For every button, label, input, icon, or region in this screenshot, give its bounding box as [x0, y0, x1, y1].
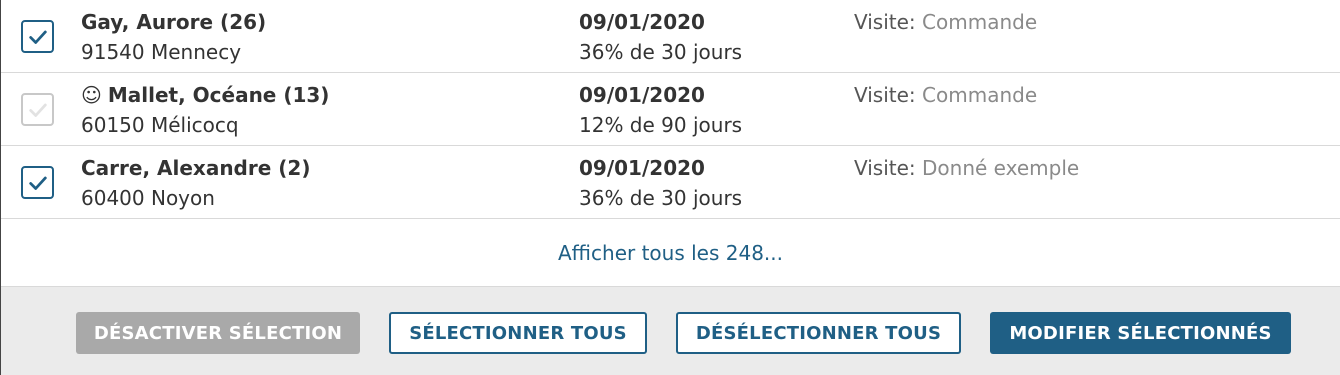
visit-value: Commande: [922, 10, 1038, 34]
visit-info: Visite: Commande: [854, 10, 1037, 34]
disable-selection-button[interactable]: DÉSACTIVER SÉLECTION: [76, 312, 360, 354]
list-item: Carre, Alexandre (2) 60400 Noyon 09/01/2…: [1, 146, 1340, 219]
customer-name-text: Gay, Aurore (26): [81, 10, 267, 34]
show-all-link[interactable]: Afficher tous les 248...: [558, 241, 783, 265]
payment-terms: 36% de 30 jours: [579, 40, 743, 64]
visit-label: Visite:: [854, 156, 916, 180]
customer-city: 60400 Noyon: [81, 186, 215, 210]
visit-label: Visite:: [854, 10, 916, 34]
visit-date: 09/01/2020: [579, 156, 705, 180]
list-item: ☺ Mallet, Océane (13) 60150 Mélicocq 09/0…: [1, 73, 1340, 146]
customer-name: ☺ Mallet, Océane (13): [81, 83, 329, 107]
customer-name-text: Carre, Alexandre (2): [81, 156, 311, 180]
visit-date: 09/01/2020: [579, 10, 705, 34]
smiley-icon: ☺: [81, 83, 102, 107]
customer-city: 60150 Mélicocq: [81, 113, 239, 137]
list-item: Gay, Aurore (26) 91540 Mennecy 09/01/202…: [1, 0, 1340, 73]
customer-city: 91540 Mennecy: [81, 40, 242, 64]
visit-value: Commande: [922, 83, 1038, 107]
customer-list: Gay, Aurore (26) 91540 Mennecy 09/01/202…: [1, 0, 1340, 219]
row-checkbox[interactable]: [21, 166, 54, 199]
row-checkbox[interactable]: [21, 20, 54, 53]
checkmark-icon: [28, 176, 47, 190]
customer-name: Carre, Alexandre (2): [81, 156, 310, 180]
customer-name-text: Mallet, Océane (13): [107, 83, 330, 107]
deselect-all-button[interactable]: DÉSÉLECTIONNER TOUS: [676, 312, 961, 354]
payment-terms: 12% de 90 jours: [579, 113, 743, 137]
visit-value: Donné exemple: [922, 156, 1080, 180]
checkmark-icon: [28, 30, 47, 44]
checkmark-icon: [28, 103, 47, 117]
visit-info: Visite: Commande: [854, 83, 1037, 107]
action-bar: DÉSACTIVER SÉLECTION SÉLECTIONNER TOUS D…: [1, 286, 1340, 375]
visit-info: Visite: Donné exemple: [854, 156, 1079, 180]
customer-selection-panel: Gay, Aurore (26) 91540 Mennecy 09/01/202…: [0, 0, 1340, 375]
payment-terms: 36% de 30 jours: [579, 186, 743, 210]
row-checkbox[interactable]: [21, 93, 54, 126]
customer-name: Gay, Aurore (26): [81, 10, 266, 34]
select-all-button[interactable]: SÉLECTIONNER TOUS: [389, 312, 647, 354]
visit-label: Visite:: [854, 83, 916, 107]
visit-date: 09/01/2020: [579, 83, 705, 107]
show-all-container: Afficher tous les 248...: [1, 220, 1340, 286]
edit-selected-button[interactable]: MODIFIER SÉLECTIONNÉS: [990, 312, 1291, 354]
